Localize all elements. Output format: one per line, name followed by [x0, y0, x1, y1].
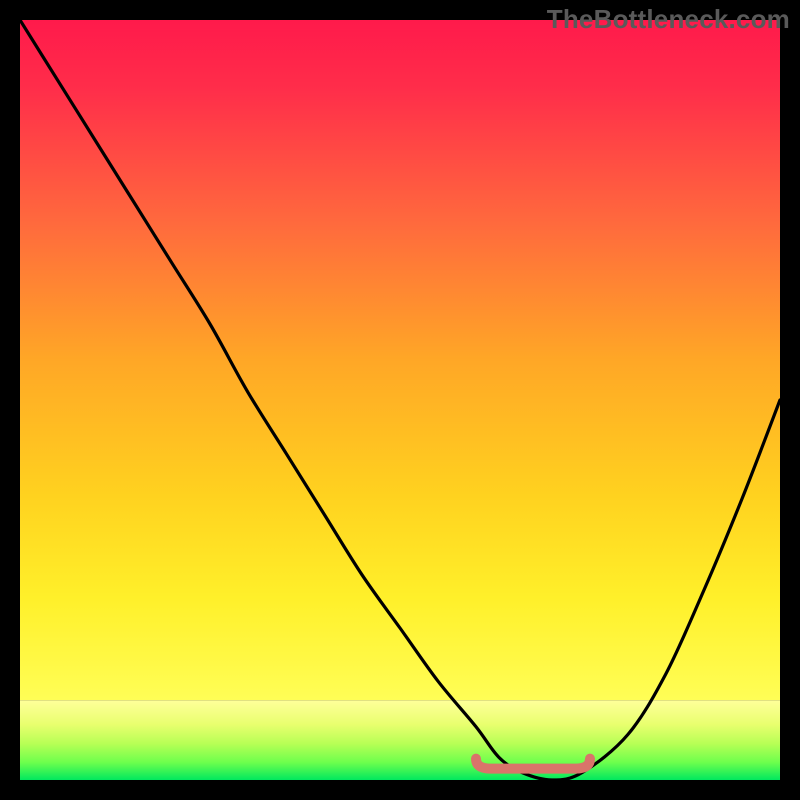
chart-svg	[20, 20, 780, 780]
plot-area	[20, 20, 780, 780]
chart-frame: TheBottleneck.com	[0, 0, 800, 800]
chart-background	[20, 20, 780, 780]
watermark: TheBottleneck.com	[547, 4, 790, 35]
